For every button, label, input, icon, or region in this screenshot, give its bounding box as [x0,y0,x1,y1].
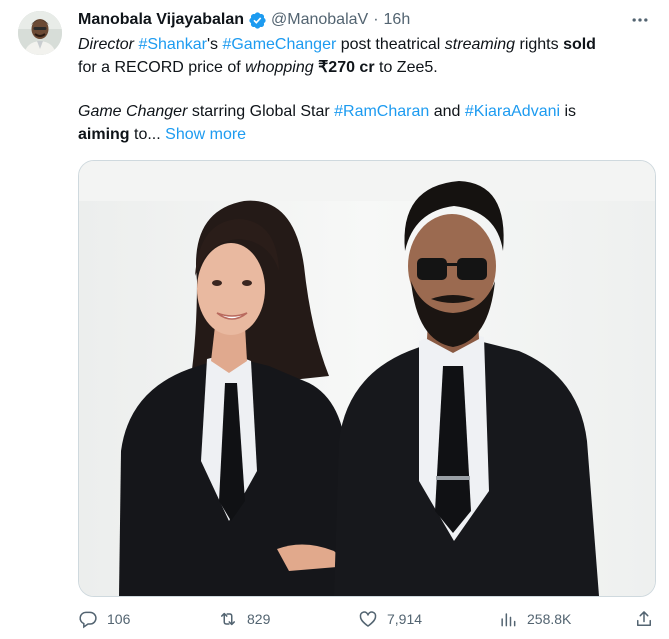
hashtag-ramcharan[interactable]: #RamCharan [334,103,429,120]
tweet-line-4: aiming to... Show more [78,124,650,147]
reply-button[interactable]: 106 [78,609,218,629]
tweet-line-2: for a RECORD price of whopping ₹270 cr t… [78,57,650,80]
text-segment: is [560,103,577,120]
author-handle[interactable]: @ManobalaV [271,11,368,29]
text-bold: sold [563,36,596,53]
text-italic: Game Changer [78,103,188,120]
author-name[interactable]: Manobala Vijayabalan [78,11,244,29]
verified-badge-icon [249,11,266,29]
text-segment: post theatrical [336,36,445,53]
avatar[interactable] [18,11,62,55]
retweet-count: 829 [247,611,271,627]
action-bar: 106 829 7,914 258.8K [78,604,654,634]
text-segment: rights [515,36,564,53]
more-horizontal-icon [632,18,648,22]
more-options-button[interactable] [629,9,651,31]
separator-dot: · [373,11,379,28]
views-chart-icon [501,613,516,627]
tweet-media-photo[interactable] [78,160,656,597]
share-button[interactable] [634,609,654,629]
avatar-image [18,11,62,55]
text-segment: 's [206,36,223,53]
hashtag-shankar[interactable]: #Shankar [138,36,207,53]
text-italic: whopping [245,58,314,76]
hashtag-kiaraadvani[interactable]: #KiaraAdvani [465,103,560,120]
heart-icon [359,611,377,627]
retweet-icon [221,612,235,626]
views-button[interactable]: 258.8K [498,609,618,629]
reply-icon [79,611,97,629]
hashtag-gamechanger[interactable]: #GameChanger [222,36,336,53]
show-more-link[interactable]: Show more [165,126,246,143]
text-segment: for a RECORD price of [78,58,246,76]
like-button[interactable]: 7,914 [358,609,498,629]
tweet-text: Director #Shankar's #GameChanger post th… [78,34,650,146]
text-bold: ₹270 cr [318,58,375,76]
views-count: 258.8K [527,611,572,627]
photo-image [79,161,655,596]
tweet-line-1: Director #Shankar's #GameChanger post th… [78,34,650,57]
text-italic: streaming [444,36,516,53]
text-segment: to... [129,125,166,143]
timestamp[interactable]: 16h [384,11,411,29]
reply-count: 106 [107,611,131,627]
text-segment: starring Global Star [187,103,335,120]
text-italic: Director [78,36,139,53]
tweet-header: Manobala Vijayabalan @ManobalaV · 16h [78,9,653,31]
text-bold: aiming [78,125,130,143]
like-count: 7,914 [387,611,423,627]
tweet-line-3: Game Changer starring Global Star #RamCh… [78,101,650,124]
share-icon [637,611,651,626]
retweet-button[interactable]: 829 [218,609,358,629]
text-segment: to Zee5. [374,58,438,76]
text-segment: and [429,103,465,120]
